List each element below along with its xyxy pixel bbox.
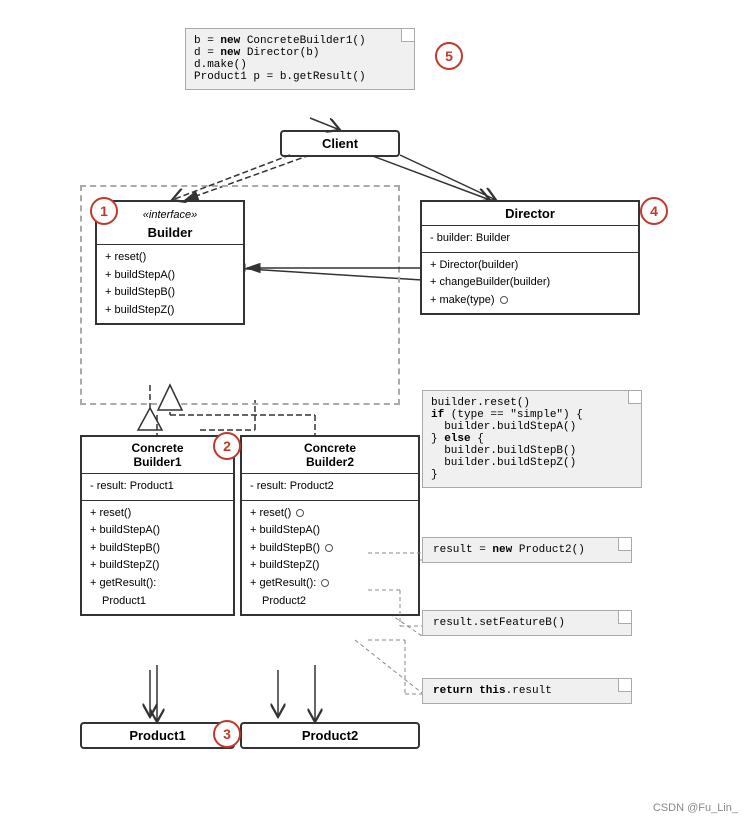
director-method-3: + make(type) — [430, 292, 630, 310]
cb1-method-4: + buildStepZ() — [90, 557, 225, 575]
builder-method-2: + buildStepA() — [105, 267, 235, 285]
cb1-method-2: + buildStepA() — [90, 522, 225, 540]
builder-method-1: + reset() — [105, 249, 235, 267]
make-note-text: builder.reset() if (type == "simple") { … — [431, 397, 633, 481]
product1-box: Product1 — [80, 722, 235, 749]
cb1-method-3: + buildStepB() — [90, 540, 225, 558]
cb2-method-4: + buildStepZ() — [250, 557, 410, 575]
cb2-name: ConcreteBuilder2 — [242, 437, 418, 473]
builder-methods: + reset() + buildStepA() + buildStepB() … — [97, 244, 243, 323]
set-feature-note: result.setFeatureB() — [422, 610, 632, 636]
cb1-name: ConcreteBuilder1 — [82, 437, 233, 473]
cb2-field-1: - result: Product2 — [250, 478, 410, 496]
diagram-container: b = new ConcreteBuilder1()d = new Direct… — [0, 0, 750, 822]
concrete-builder2-box: ConcreteBuilder2 - result: Product2 + re… — [240, 435, 420, 616]
cb1-fields: - result: Product1 — [82, 473, 233, 500]
cb1-method-5: + getResult(): — [90, 575, 225, 593]
top-note: b = new ConcreteBuilder1()d = new Direct… — [185, 28, 415, 90]
top-note-text: b = new ConcreteBuilder1()d = new Direct… — [194, 35, 406, 83]
builder-stereotype: «interface» — [105, 206, 235, 221]
badge-4: 4 — [640, 197, 668, 225]
badge-1: 1 — [90, 197, 118, 225]
director-method-1: + Director(builder) — [430, 257, 630, 275]
cb1-field-1: - result: Product1 — [90, 478, 225, 496]
cb2-method-2: + buildStepA() — [250, 522, 410, 540]
client-title: Client — [282, 132, 398, 155]
builder-method-4: + buildStepZ() — [105, 302, 235, 320]
set-feature-text: result.setFeatureB() — [433, 617, 621, 629]
new-product2-note: result = new Product2() — [422, 537, 632, 563]
director-fields: - builder: Builder — [422, 225, 638, 252]
cb1-method-1: + reset() — [90, 505, 225, 523]
badge-2: 2 — [213, 432, 241, 460]
director-field-1: - builder: Builder — [430, 230, 630, 248]
badge-5: 5 — [435, 42, 463, 70]
director-name: Director — [422, 202, 638, 225]
cb2-fields: - result: Product2 — [242, 473, 418, 500]
new-product2-text: result = new Product2() — [433, 544, 621, 556]
badge-3: 3 — [213, 720, 241, 748]
product1-name: Product1 — [82, 724, 233, 747]
make-note: builder.reset() if (type == "simple") { … — [422, 390, 642, 488]
cb2-method-1: + reset() — [250, 505, 410, 523]
concrete-builder1-box: ConcreteBuilder1 - result: Product1 + re… — [80, 435, 235, 616]
return-result-text: return this.result — [433, 685, 621, 697]
director-box: Director - builder: Builder + Director(b… — [420, 200, 640, 315]
product2-name: Product2 — [242, 724, 418, 747]
cb1-methods: + reset() + buildStepA() + buildStepB() … — [82, 500, 233, 615]
cb2-method-3: + buildStepB() — [250, 540, 410, 558]
director-methods: + Director(builder) + changeBuilder(buil… — [422, 252, 638, 314]
cb1-method-5b: Product1 — [90, 593, 225, 611]
director-method-2: + changeBuilder(builder) — [430, 274, 630, 292]
builder-name: Builder — [105, 221, 235, 244]
cb2-methods: + reset() + buildStepA() + buildStepB() … — [242, 500, 418, 615]
client-box: Client — [280, 130, 400, 157]
watermark: CSDN @Fu_Lin_ — [653, 802, 738, 814]
cb2-method-5b: Product2 — [250, 593, 410, 611]
builder-box: «interface» Builder + reset() + buildSte… — [95, 200, 245, 325]
builder-method-3: + buildStepB() — [105, 284, 235, 302]
return-result-note: return this.result — [422, 678, 632, 704]
cb2-method-5: + getResult(): — [250, 575, 410, 593]
product2-box: Product2 — [240, 722, 420, 749]
